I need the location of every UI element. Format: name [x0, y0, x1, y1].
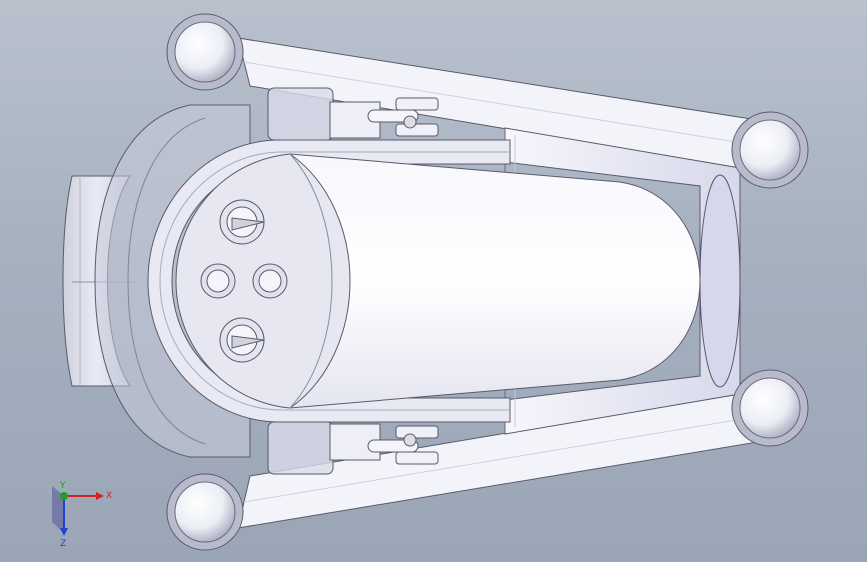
z-axis-arrow [60, 528, 68, 536]
port-right[interactable] [252, 263, 288, 299]
connector-top[interactable] [219, 199, 265, 245]
x-axis-label: X [106, 491, 112, 501]
ball-caster-bottom-left[interactable] [166, 473, 244, 551]
main-body[interactable] [289, 153, 701, 409]
graphics-viewport[interactable]: X Z Y [0, 0, 867, 562]
connector-bottom[interactable] [219, 317, 265, 363]
3d-model[interactable] [0, 0, 867, 562]
y-axis-dot [60, 492, 68, 500]
ball-caster-top-left[interactable] [166, 13, 244, 91]
y-axis-label: Y [59, 481, 66, 491]
x-axis-arrow [96, 492, 104, 500]
z-axis-label: Z [60, 539, 66, 548]
ball-caster-top-right[interactable] [731, 111, 809, 189]
port-left[interactable] [200, 263, 236, 299]
ball-caster-bottom-right[interactable] [731, 369, 809, 447]
coordinate-triad: X Z Y [52, 481, 112, 548]
